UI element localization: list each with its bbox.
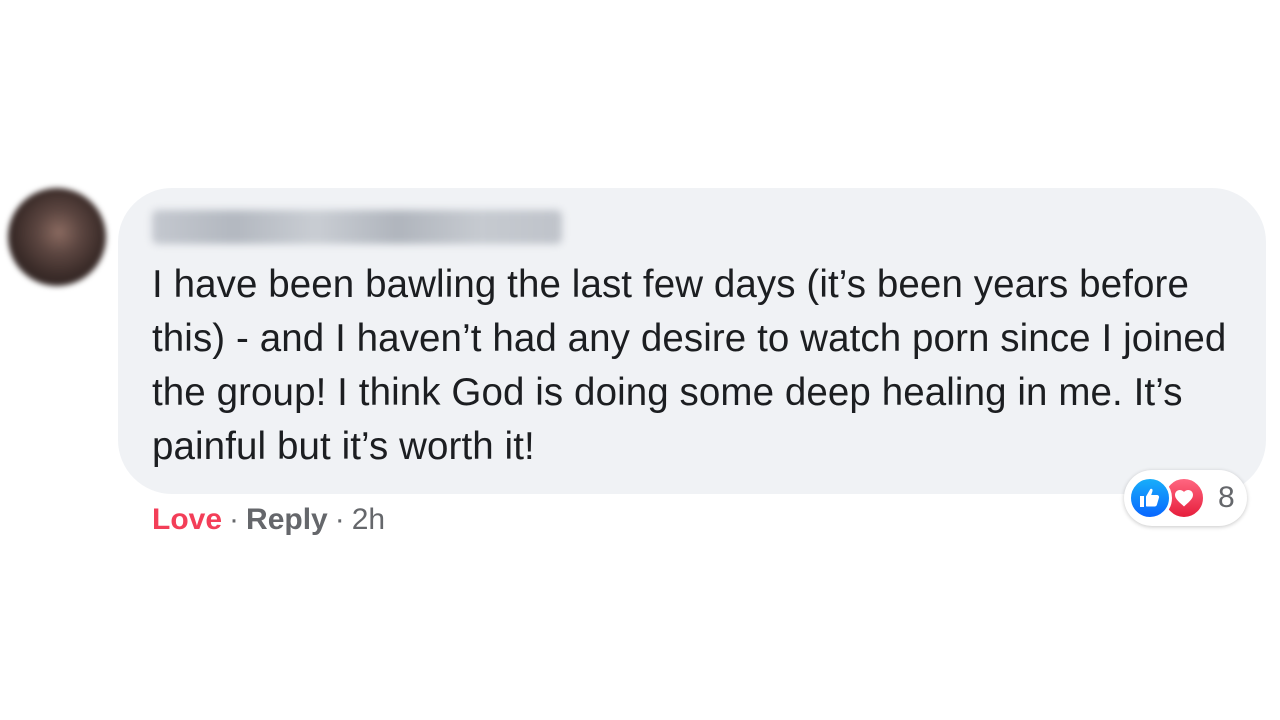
reaction-count: 8	[1218, 481, 1235, 514]
comment: I have been bawling the last few days (i…	[0, 0, 1280, 720]
reply-button[interactable]: Reply	[246, 503, 328, 536]
avatar[interactable]	[8, 188, 106, 286]
author-name-blurred[interactable]	[152, 210, 562, 244]
comment-text: I have been bawling the last few days (i…	[152, 263, 1227, 468]
comment-bubble: I have been bawling the last few days (i…	[118, 188, 1266, 494]
separator: ·	[334, 503, 345, 536]
comment-actions: Love · Reply · 2h	[152, 500, 385, 540]
love-reaction-button[interactable]: Love	[152, 503, 222, 536]
like-icon	[1128, 476, 1172, 520]
timestamp[interactable]: 2h	[352, 503, 385, 536]
reactions-summary[interactable]: 8	[1124, 470, 1247, 526]
separator: ·	[229, 503, 240, 536]
